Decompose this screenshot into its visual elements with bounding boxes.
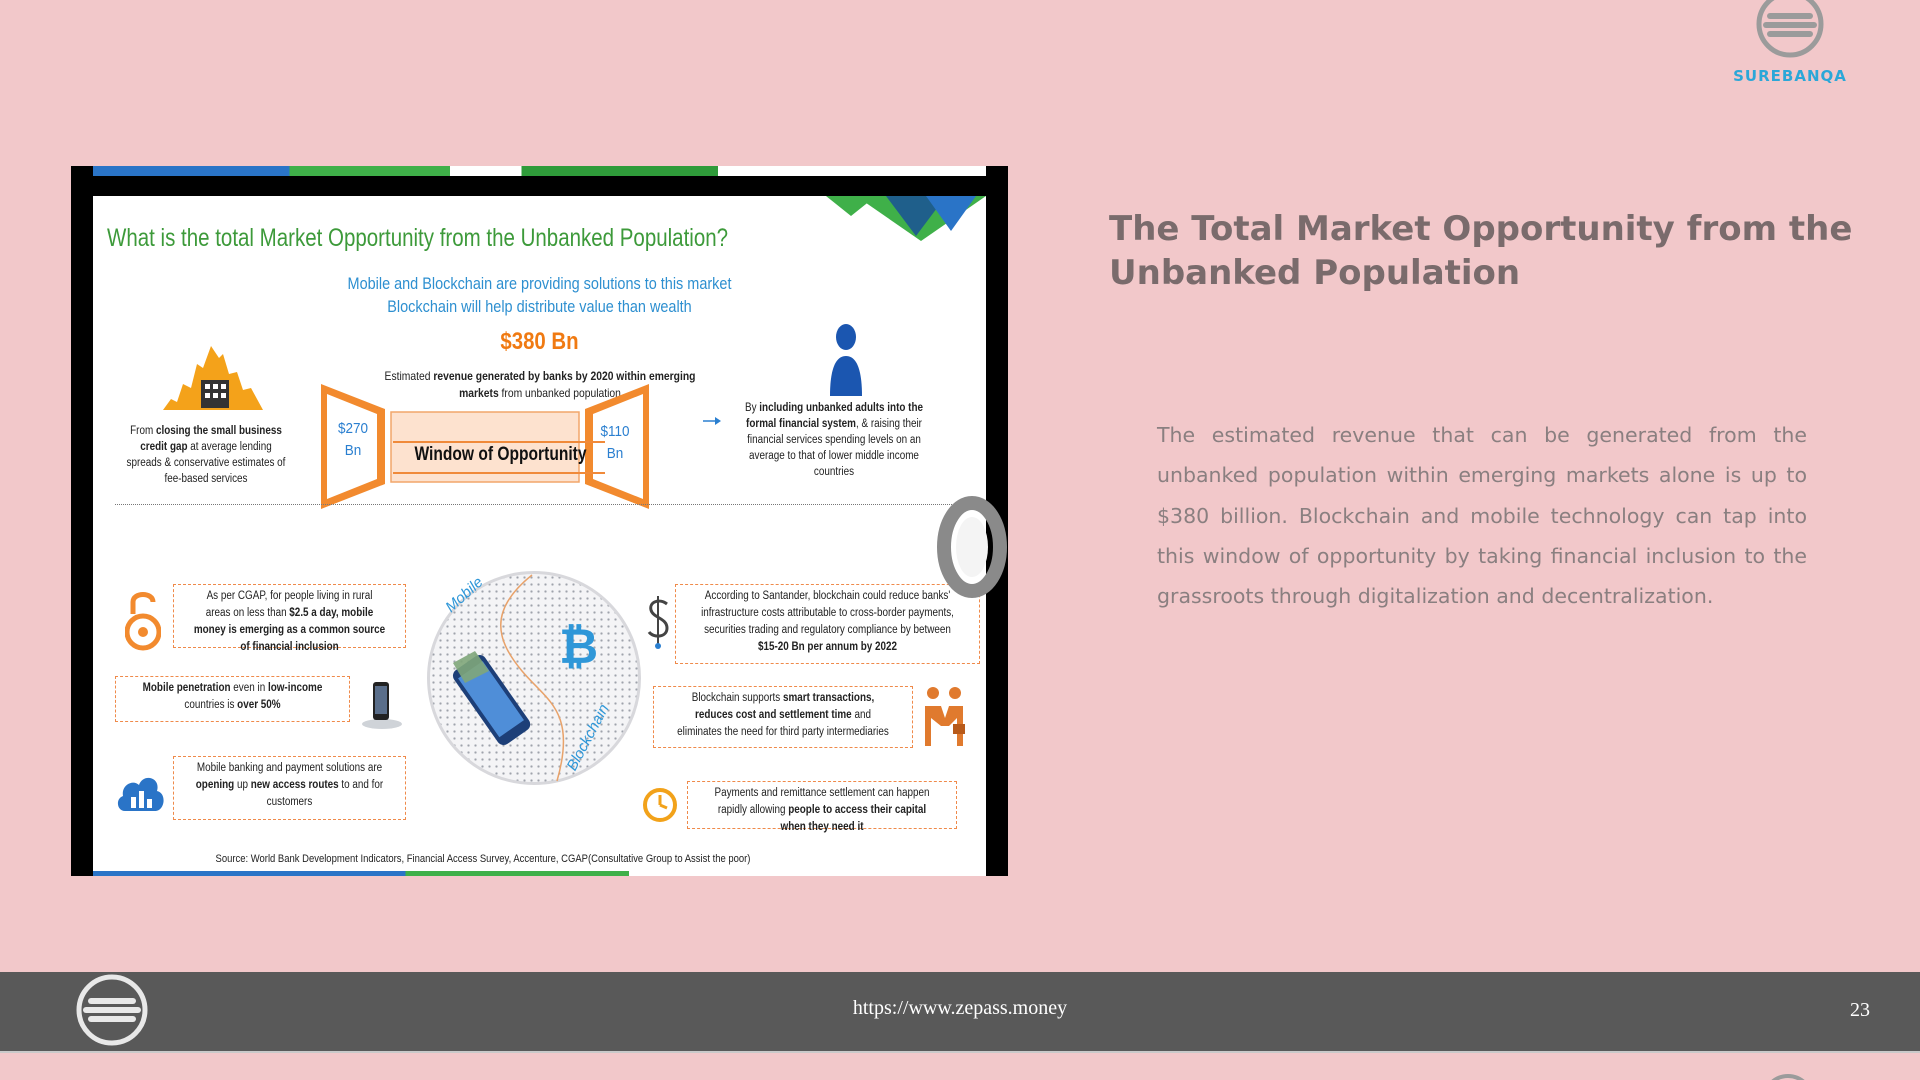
footer-line (0, 1051, 1920, 1053)
right-note: By including unbanked adults into the fo… (744, 402, 924, 478)
box-santander: According to Santander, blockchain could… (675, 584, 980, 664)
box-smart-transactions: Blockchain supports smart transactions, … (653, 686, 913, 748)
bitcoin-icon: ₿ (559, 619, 598, 675)
brand-logo: SUREBANQA (1720, 0, 1860, 90)
infographic-image: What is the total Market Opportunity fro… (71, 166, 1008, 876)
left-note: From closing the small business credit g… (126, 425, 286, 485)
right-value: $110 Bn (600, 423, 630, 462)
corner-triangles-icon (826, 196, 986, 241)
infographic-canvas: What is the total Market Opportunity fro… (93, 196, 986, 876)
window-line-bottom (393, 472, 605, 474)
box-penetration: Mobile penetration even in low-income co… (115, 676, 350, 722)
infographic-subtitle-2: Blockchain will help distribute value th… (387, 297, 692, 316)
window-line-top (393, 441, 605, 443)
dollar-icon (647, 596, 669, 649)
brand-name: SUREBANQA (1733, 67, 1847, 85)
next-slide-logo-icon (1771, 1074, 1805, 1080)
box-payments: Payments and remittance settlement can h… (687, 781, 957, 833)
bottom-stripe (93, 871, 986, 876)
box-mobile-banking: Mobile banking and payment solutions are… (173, 756, 406, 820)
infographic-title: What is the total Market Opportunity fro… (107, 224, 729, 252)
left-value: $270 Bn (337, 420, 369, 459)
section-divider (115, 504, 960, 505)
infographic-subtitle-1: Mobile and Blockchain are providing solu… (347, 274, 732, 293)
total-amount: $380 Bn (500, 328, 579, 355)
lock-icon (125, 592, 161, 651)
page-number: 23 (1850, 999, 1870, 1021)
handshake-icon (925, 687, 965, 746)
surebanqa-logo-icon (1756, 0, 1824, 58)
source-note: Source: World Bank Development Indicator… (215, 853, 751, 865)
phone-icon (362, 682, 402, 729)
cloud-chart-icon (117, 777, 164, 811)
box-cgap: As per CGAP, for people living in rural … (173, 584, 406, 653)
footer-url: https://www.zepass.money (852, 997, 1068, 1019)
ring-decoration-icon (937, 496, 1007, 598)
top-stripe (93, 166, 986, 176)
slide-heading: The Total Market Opportunity from the Un… (1109, 209, 1853, 293)
clock-icon (643, 788, 677, 822)
right-arrow-icon (703, 417, 721, 425)
city-icon (163, 346, 263, 410)
slide-body-text: The estimated revenue that can be genera… (1157, 423, 1807, 609)
window-label: Window of Opportunity (414, 444, 587, 465)
person-icon (830, 324, 862, 396)
